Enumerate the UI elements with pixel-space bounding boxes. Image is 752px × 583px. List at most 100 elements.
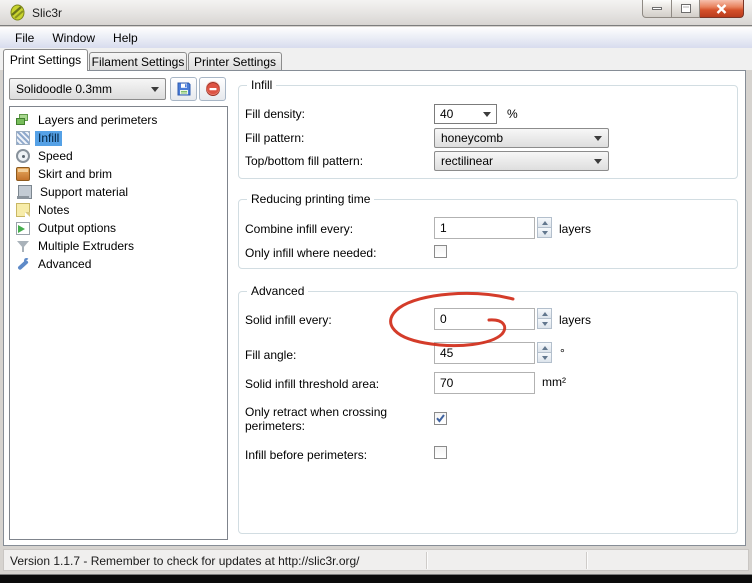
sidebar-item-label: Multiple Extruders [35,239,137,254]
combine-infill-input[interactable] [434,217,535,239]
preset-value: Solidoodle 0.3mm [16,82,147,96]
support-icon [18,185,32,199]
solid-infill-every-label: Solid infill every: [245,313,332,327]
fill-angle-label: Fill angle: [245,348,296,362]
titlebar[interactable]: Slic3r [0,0,752,26]
sidebar-item-infill[interactable]: Infill [10,129,227,147]
fill-pattern-select[interactable]: honeycomb [434,128,609,148]
fill-angle-unit: ° [560,346,565,360]
statusbar-separator [586,552,588,569]
print-settings-page: Solidoodle 0.3mm [3,70,746,546]
infill-before-label: Infill before perimeters: [245,448,367,462]
fill-pattern-label: Fill pattern: [245,131,304,145]
sidebar-item-notes[interactable]: Notes [10,201,227,219]
sidebar-item-label: Support material [37,185,131,200]
group-title: Reducing printing time [247,192,374,206]
top-bottom-pattern-value: rectilinear [441,154,590,168]
chevron-down-icon [594,136,602,141]
solid-threshold-label: Solid infill threshold area: [245,377,379,391]
fill-density-label: Fill density: [245,107,305,121]
check-icon [435,413,446,424]
close-button[interactable] [700,0,744,18]
sidebar-item-extruders[interactable]: Multiple Extruders [10,237,227,255]
funnel-icon [16,239,30,253]
window-title: Slic3r [32,6,62,20]
window-frame: Slic3r File Window Help Print Settings F… [0,0,752,575]
settings-tree: Layers and perimeters Infill Speed Skirt… [9,106,228,540]
sidebar-item-support[interactable]: Support material [10,183,227,201]
solid-infill-unit: layers [559,313,591,327]
output-icon [16,222,30,235]
sidebar-item-label: Skirt and brim [35,167,115,182]
fill-density-value: 40 [440,107,479,121]
taskbar-strip [0,575,752,583]
solid-infill-every-input[interactable] [434,308,535,330]
menubar: File Window Help [0,27,752,48]
menu-window[interactable]: Window [43,29,104,47]
sidebar-item-label: Speed [35,149,76,164]
sidebar-item-label: Advanced [35,257,94,272]
fill-angle-spinner [537,342,552,364]
skirt-icon [16,167,30,181]
tab-filament-settings[interactable]: Filament Settings [89,52,187,71]
combine-infill-spinner [537,217,552,239]
combine-infill-label: Combine infill every: [245,222,353,236]
caption-buttons [642,0,744,19]
spinner-down-button[interactable] [537,352,552,363]
group-title: Advanced [247,284,308,298]
top-bottom-pattern-label: Top/bottom fill pattern: [245,154,363,168]
maximize-icon [681,4,691,13]
save-icon [176,81,192,97]
only-infill-needed-label: Only infill where needed: [245,246,376,260]
only-retract-label: Only retract when crossing perimeters: [245,405,430,433]
group-title: Infill [247,78,276,92]
solid-threshold-input[interactable] [434,372,535,394]
chevron-down-icon [483,112,491,117]
close-icon [716,4,727,14]
only-infill-needed-checkbox[interactable] [434,245,447,258]
fill-pattern-value: honeycomb [441,131,590,145]
notes-icon [16,203,30,217]
tab-print-settings[interactable]: Print Settings [3,49,88,71]
combine-infill-unit: layers [559,222,591,236]
maximize-button[interactable] [672,0,700,18]
wrench-icon [16,257,30,271]
sidebar-item-label: Infill [35,131,62,146]
sidebar-item-label: Layers and perimeters [35,113,160,128]
sidebar-item-layers[interactable]: Layers and perimeters [10,111,227,129]
sidebar-item-advanced[interactable]: Advanced [10,255,227,273]
solid-threshold-unit: mm² [542,375,566,389]
sidebar-item-speed[interactable]: Speed [10,147,227,165]
delete-icon [205,81,221,97]
slic3r-window: Slic3r File Window Help Print Settings F… [0,0,752,583]
sidebar-item-output[interactable]: Output options [10,219,227,237]
slic3r-logo-icon [9,4,26,21]
minimize-icon [652,7,662,10]
chevron-down-icon [151,87,159,92]
preset-select[interactable]: Solidoodle 0.3mm [9,78,166,100]
statusbar-text: Version 1.1.7 - Remember to check for up… [10,554,360,568]
sidebar-item-label: Output options [35,221,119,236]
chevron-down-icon [594,159,602,164]
fill-angle-input[interactable] [434,342,535,364]
infill-before-checkbox[interactable] [434,446,447,459]
layers-icon [16,113,30,127]
top-bottom-pattern-select[interactable]: rectilinear [434,151,609,171]
infill-icon [16,131,30,145]
spinner-down-button[interactable] [537,227,552,238]
statusbar-separator [426,552,428,569]
statusbar: Version 1.1.7 - Remember to check for up… [3,549,749,571]
delete-preset-button[interactable] [199,77,226,101]
sidebar-item-label: Notes [35,203,72,218]
only-retract-checkbox[interactable] [434,412,447,425]
solid-infill-spinner [537,308,552,330]
tab-bar: Print Settings Filament Settings Printer… [0,48,752,70]
menu-help[interactable]: Help [104,29,147,47]
tab-printer-settings[interactable]: Printer Settings [188,52,282,71]
save-preset-button[interactable] [170,77,197,101]
sidebar-item-skirt[interactable]: Skirt and brim [10,165,227,183]
minimize-button[interactable] [642,0,672,18]
spinner-down-button[interactable] [537,318,552,329]
menu-file[interactable]: File [6,29,43,47]
fill-density-combo[interactable]: 40 [434,104,497,124]
